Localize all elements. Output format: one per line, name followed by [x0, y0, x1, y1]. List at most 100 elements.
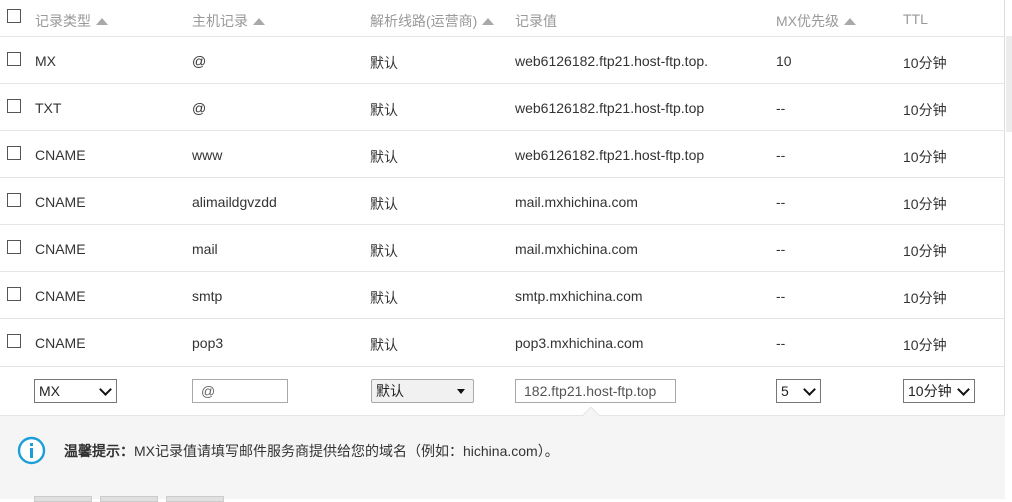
record-value-input[interactable]: 182.ftp21.host-ftp.top: [515, 379, 676, 403]
sort-line[interactable]: 解析线路(运营商): [370, 11, 495, 31]
line: 默认: [370, 55, 398, 71]
host-record-input[interactable]: @: [192, 379, 288, 403]
ttl: 10分钟: [903, 290, 947, 306]
row-checkbox[interactable]: [7, 287, 21, 301]
tip-label: 温馨提示：: [64, 443, 134, 459]
sort-host-record[interactable]: 主机记录: [192, 11, 265, 31]
line: 默认: [370, 102, 398, 118]
host-record: pop3: [192, 335, 224, 351]
sort-up-icon: [482, 17, 495, 25]
sort-up-icon: [253, 17, 265, 25]
header-ttl: TTL: [903, 11, 928, 27]
tip-message: 温馨提示：MX记录值请填写邮件服务商提供给您的域名（例如：hichina.com…: [64, 441, 559, 461]
sort-record-type[interactable]: 记录类型: [35, 11, 108, 31]
tip-text: MX记录值请填写邮件服务商提供给您的域名（例如：hichina.com）。: [134, 443, 559, 459]
line-select-value: 默认: [376, 383, 404, 399]
table-row: CNAME mail 默认 mail.mxhichina.com -- 10分钟: [0, 225, 1005, 272]
record-type-select[interactable]: MX: [34, 379, 117, 403]
line: 默认: [370, 337, 398, 353]
chevron-down-icon: [957, 383, 970, 396]
header-record-type: 记录类型: [35, 13, 91, 29]
header-line: 解析线路(运营商): [370, 13, 478, 29]
sort-up-icon: [96, 17, 108, 25]
select-all-checkbox[interactable]: [7, 9, 21, 23]
row-checkbox[interactable]: [7, 52, 21, 66]
header-mx-priority: MX优先级: [776, 13, 839, 29]
record-value: mail.mxhichina.com: [515, 194, 638, 210]
sort-up-icon: [844, 17, 856, 25]
mx-priority: 10: [776, 53, 792, 69]
scrollbar-thumb[interactable]: [1006, 36, 1012, 132]
line-select[interactable]: 默认: [371, 379, 474, 403]
table-row: MX @ 默认 web6126182.ftp21.host-ftp.top. 1…: [0, 37, 1005, 84]
ttl: 10分钟: [903, 337, 947, 353]
header-host-record: 主机记录: [192, 13, 248, 29]
mx-priority: --: [776, 241, 786, 257]
caret-down-icon: [457, 389, 465, 394]
header-ttl-cell: TTL: [903, 11, 928, 27]
chevron-down-icon: [803, 383, 816, 396]
table-row: CNAME www 默认 web6126182.ftp21.host-ftp.t…: [0, 131, 1005, 178]
record-type-select-value: MX: [39, 383, 60, 399]
record-type: CNAME: [35, 335, 86, 351]
record-value-input-text: 182.ftp21.host-ftp.top: [524, 383, 657, 399]
ttl: 10分钟: [903, 55, 947, 71]
action-button[interactable]: [34, 496, 92, 502]
table-row: CNAME alimaildgvzdd 默认 mail.mxhichina.co…: [0, 178, 1005, 225]
host-record: www: [192, 147, 223, 163]
dns-records-panel: 记录类型 主机记录 解析线路(运营商) 记录值 MX优先级 TTL MX @ 默…: [0, 0, 1005, 502]
mx-priority: --: [776, 288, 786, 304]
table-header: 记录类型 主机记录 解析线路(运营商) 记录值 MX优先级 TTL: [0, 0, 1005, 37]
ttl: 10分钟: [903, 149, 947, 165]
record-type: TXT: [35, 100, 62, 116]
record-type: CNAME: [35, 147, 86, 163]
header-record-value: 记录值: [515, 13, 557, 29]
record-value: web6126182.ftp21.host-ftp.top: [515, 147, 705, 163]
record-type: CNAME: [35, 194, 86, 210]
line: 默认: [370, 243, 398, 259]
record-value: smtp.mxhichina.com: [515, 288, 643, 304]
table-row: CNAME smtp 默认 smtp.mxhichina.com -- 10分钟: [0, 272, 1005, 319]
ttl: 10分钟: [903, 102, 947, 118]
line: 默认: [370, 290, 398, 306]
record-value: mail.mxhichina.com: [515, 241, 638, 257]
record-value: pop3.mxhichina.com: [515, 335, 644, 351]
ttl: 10分钟: [903, 243, 947, 259]
mx-priority: --: [776, 194, 786, 210]
header-record-value-cell: 记录值: [515, 11, 557, 31]
record-type: CNAME: [35, 288, 86, 304]
row-checkbox[interactable]: [7, 334, 21, 348]
info-icon: [17, 436, 46, 465]
host-record: @: [192, 53, 207, 69]
line: 默认: [370, 196, 398, 212]
ttl-select-value: 10分钟: [908, 383, 952, 399]
action-button[interactable]: [100, 496, 158, 502]
tip-panel: 温馨提示：MX记录值请填写邮件服务商提供给您的域名（例如：hichina.com…: [0, 406, 1005, 502]
mx-priority: --: [776, 147, 786, 163]
line: 默认: [370, 149, 398, 165]
ttl-select[interactable]: 10分钟: [903, 379, 975, 403]
table-row: CNAME pop3 默认 pop3.mxhichina.com -- 10分钟: [0, 319, 1005, 367]
host-record: alimaildgvzdd: [192, 194, 277, 210]
host-record-placeholder: @: [201, 383, 216, 399]
host-record: mail: [192, 241, 218, 257]
row-checkbox[interactable]: [7, 146, 21, 160]
row-checkbox[interactable]: [7, 240, 21, 254]
mx-priority: --: [776, 335, 786, 351]
row-checkbox[interactable]: [7, 193, 21, 207]
record-value: web6126182.ftp21.host-ftp.top: [515, 100, 705, 116]
table-row: TXT @ 默认 web6126182.ftp21.host-ftp.top -…: [0, 84, 1005, 131]
host-record: @: [192, 100, 207, 116]
mx-priority: --: [776, 100, 786, 116]
row-checkbox[interactable]: [7, 99, 21, 113]
action-button[interactable]: [166, 496, 224, 502]
sort-mx-priority[interactable]: MX优先级: [776, 11, 856, 31]
host-record: smtp: [192, 288, 223, 304]
record-type: CNAME: [35, 241, 86, 257]
mx-priority-select[interactable]: 5: [776, 379, 821, 403]
chevron-down-icon: [99, 383, 112, 396]
record-type: MX: [35, 53, 56, 69]
scrollbar[interactable]: [1005, 0, 1012, 499]
new-record-form: MX @ 默认 182.ftp21.host-ftp.top 5 10分钟: [0, 367, 1005, 416]
record-value: web6126182.ftp21.host-ftp.top.: [515, 53, 709, 69]
